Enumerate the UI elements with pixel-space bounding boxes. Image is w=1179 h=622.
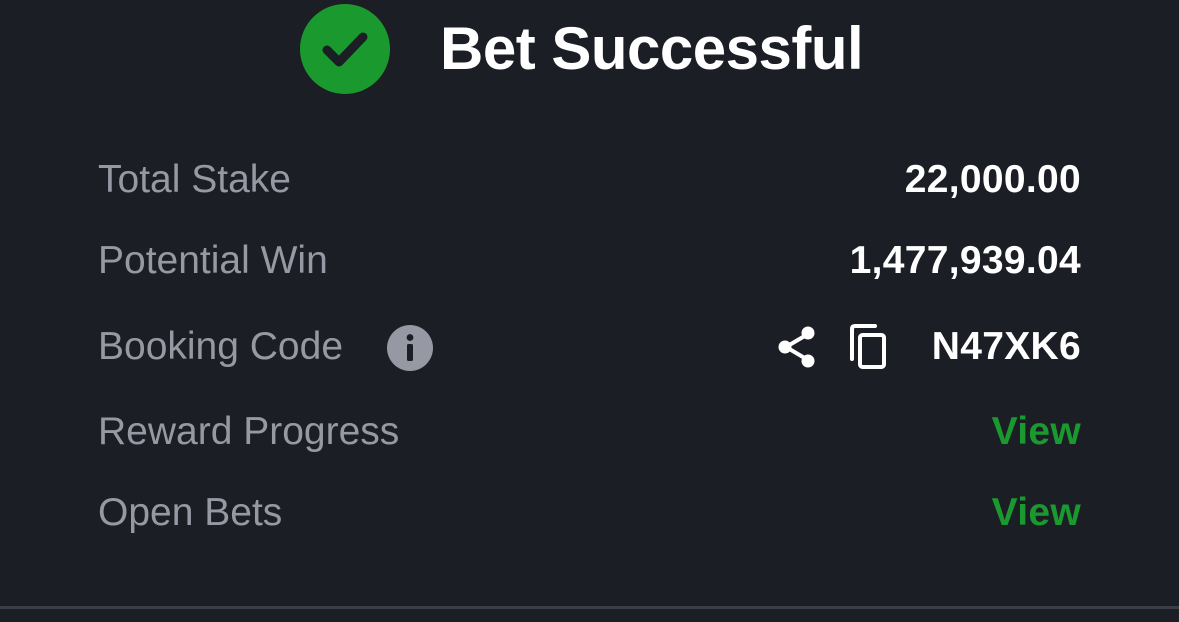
open-bets-row: Open Bets View — [98, 483, 1081, 543]
page-title: Bet Successful — [440, 15, 864, 82]
reward-progress-row: Reward Progress View — [98, 402, 1081, 462]
total-stake-row: Total Stake 22,000.00 — [98, 150, 1081, 210]
booking-code-row: Booking Code N47XK6 — [98, 317, 1081, 377]
potential-win-row: Potential Win 1,477,939.04 — [98, 231, 1081, 291]
reward-progress-label: Reward Progress — [98, 410, 400, 453]
reward-progress-view-link[interactable]: View — [992, 402, 1081, 462]
potential-win-value: 1,477,939.04 — [849, 239, 1081, 282]
open-bets-label: Open Bets — [98, 491, 283, 534]
open-bets-view-link[interactable]: View — [992, 483, 1081, 543]
booking-code-value[interactable]: N47XK6 — [932, 317, 1081, 377]
potential-win-label: Potential Win — [98, 239, 328, 282]
total-stake-label: Total Stake — [98, 158, 291, 201]
share-icon[interactable] — [775, 324, 819, 370]
copy-icon[interactable] — [846, 323, 890, 371]
info-icon[interactable] — [387, 325, 433, 371]
check-circle-icon — [300, 4, 390, 94]
divider — [0, 606, 1179, 609]
booking-code-label: Booking Code — [98, 325, 344, 368]
total-stake-value: 22,000.00 — [904, 158, 1081, 201]
bet-success-header: Bet Successful — [0, 0, 1179, 100]
